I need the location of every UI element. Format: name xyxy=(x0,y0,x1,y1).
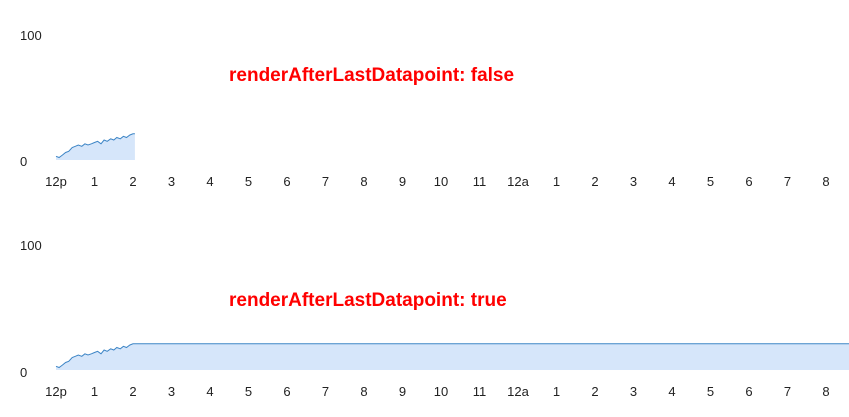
x-tick-label: 7 xyxy=(322,174,329,189)
x-tick-label: 8 xyxy=(360,384,367,399)
y-tick-label: 0 xyxy=(20,154,27,169)
x-tick-label: 4 xyxy=(206,384,213,399)
chart-svg: 100 0 12p 1 2 3 4 5 6 7 8 9 10 11 12a 1 2 3 4 5 6 7 8 xyxy=(20,238,849,399)
x-tick-label: 5 xyxy=(707,174,714,189)
x-tick-label: 8 xyxy=(822,174,829,189)
x-tick-label: 8 xyxy=(822,384,829,399)
x-tick-label: 12p xyxy=(45,174,67,189)
x-tick-label: 1 xyxy=(553,174,560,189)
x-tick-label: 1 xyxy=(91,384,98,399)
x-tick-label: 12a xyxy=(507,384,529,399)
series-area xyxy=(56,343,849,370)
x-tick-label: 5 xyxy=(245,174,252,189)
x-tick-label: 7 xyxy=(322,384,329,399)
chart-annotation: renderAfterLastDatapoint: true xyxy=(229,290,507,311)
x-tick-label: 6 xyxy=(745,384,752,399)
x-tick-label: 7 xyxy=(784,384,791,399)
x-tick-label: 6 xyxy=(283,174,290,189)
x-tick-label: 5 xyxy=(707,384,714,399)
x-tick-label: 12a xyxy=(507,174,529,189)
x-tick-label: 10 xyxy=(434,384,448,399)
series-area xyxy=(56,133,135,160)
x-tick-label: 2 xyxy=(591,384,598,399)
x-tick-label: 2 xyxy=(129,174,136,189)
x-tick-label: 3 xyxy=(168,174,175,189)
x-tick-label: 11 xyxy=(473,384,487,399)
x-tick-label: 6 xyxy=(283,384,290,399)
x-tick-label: 3 xyxy=(168,384,175,399)
x-tick-label: 6 xyxy=(745,174,752,189)
x-tick-label: 3 xyxy=(630,384,637,399)
x-tick-label: 4 xyxy=(206,174,213,189)
x-tick-label: 4 xyxy=(668,174,675,189)
y-tick-label: 100 xyxy=(20,238,42,253)
x-tick-label: 1 xyxy=(91,174,98,189)
x-tick-label: 9 xyxy=(399,174,406,189)
x-tick-label: 8 xyxy=(360,174,367,189)
chart-panel-render-false: 100 0 12p 1 2 3 4 5 6 7 8 9 10 11 12a 1 2 3 4 5 6 7 8 renderAf… xyxy=(0,0,849,205)
x-tick-label: 9 xyxy=(399,384,406,399)
x-tick-label: 3 xyxy=(630,174,637,189)
chart-annotation: renderAfterLastDatapoint: false xyxy=(229,65,515,86)
x-tick-label: 7 xyxy=(784,174,791,189)
x-tick-label: 5 xyxy=(245,384,252,399)
x-tick-label: 2 xyxy=(591,174,598,189)
x-tick-label: 4 xyxy=(668,384,675,399)
y-tick-label: 100 xyxy=(20,28,42,43)
x-tick-label: 1 xyxy=(553,384,560,399)
x-tick-label: 11 xyxy=(473,174,487,189)
x-tick-label: 12p xyxy=(45,384,67,399)
chart-svg: 100 0 12p 1 2 3 4 5 6 7 8 9 10 11 12a 1 2 3 4 5 6 7 8 xyxy=(20,28,830,189)
x-tick-label: 2 xyxy=(129,384,136,399)
y-tick-label: 0 xyxy=(20,365,27,380)
chart-panel-render-true: 100 0 12p 1 2 3 4 5 6 7 8 9 10 11 12a 1 2 3 4 5 6 7 8 renderAf… xyxy=(0,210,849,417)
x-tick-label: 10 xyxy=(434,174,448,189)
